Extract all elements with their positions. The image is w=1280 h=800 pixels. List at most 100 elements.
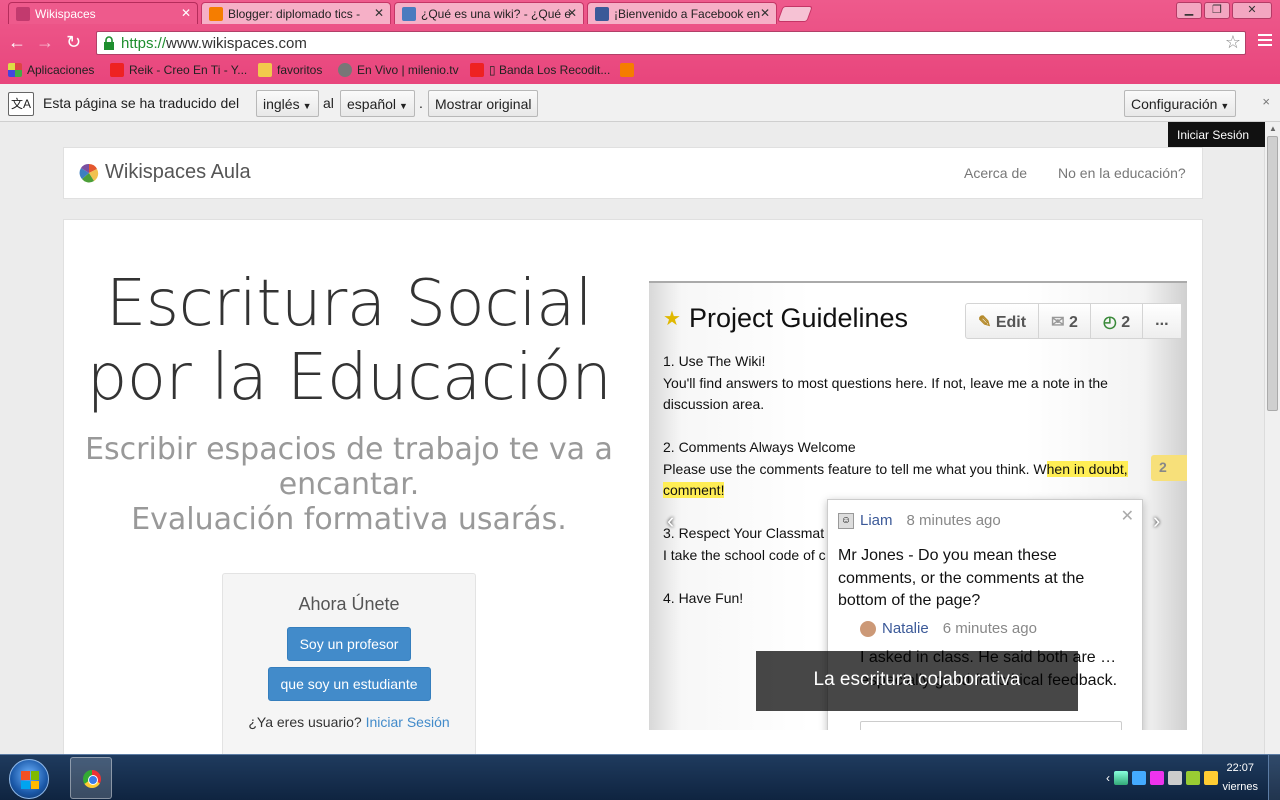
- blogger-icon: [620, 63, 634, 77]
- system-clock[interactable]: 22:07 viernes: [1223, 759, 1258, 797]
- wikispaces-logo-icon: [79, 163, 99, 182]
- show-original-button[interactable]: Mostrar original: [428, 90, 539, 117]
- star-icon: ★: [663, 308, 681, 330]
- navigation-bar: ← → ↻ https://www.wikispaces.com ☆: [0, 28, 1280, 58]
- target-language-select[interactable]: español ▼: [340, 90, 415, 117]
- scroll-up-icon[interactable]: ▲: [1269, 124, 1277, 133]
- close-tab-icon[interactable]: ✕: [760, 6, 770, 20]
- bookmark-blogger[interactable]: [620, 63, 634, 77]
- wikispaces-favicon-icon: [16, 7, 30, 21]
- lock-icon: [104, 36, 114, 50]
- bookmark-favoritos[interactable]: favoritos: [258, 63, 322, 77]
- new-tab-button[interactable]: [777, 6, 813, 22]
- avatar: ☺: [838, 512, 854, 529]
- tab-que-es-wiki[interactable]: ¿Qué es una wiki? - ¿Qué e ✕: [394, 2, 584, 24]
- page-scrollbar[interactable]: ▲: [1264, 122, 1280, 754]
- translate-settings-button[interactable]: Configuración ▼: [1124, 90, 1237, 117]
- browser-chrome: Wikispaces ✕ Blogger: diplomado tics - ✕…: [0, 0, 1280, 84]
- address-bar[interactable]: https://www.wikispaces.com ☆: [96, 31, 1246, 55]
- page-title: Escritura Social por la Educación: [86, 267, 612, 415]
- close-window-icon[interactable]: ✕: [1232, 2, 1272, 19]
- already-user-text: ¿Ya eres usuario? Iniciar Sesión: [248, 714, 450, 730]
- window-controls: ▁ ❐ ✕: [1176, 2, 1272, 19]
- tab-strip: Wikispaces ✕ Blogger: diplomado tics - ✕…: [0, 0, 1280, 26]
- app-tray-icon[interactable]: [1186, 771, 1200, 785]
- chevron-down-icon: ▼: [399, 101, 408, 111]
- apps-grid-icon: [8, 63, 22, 77]
- url-text: https://www.wikispaces.com: [121, 35, 307, 52]
- scrollbar-thumb[interactable]: [1267, 136, 1278, 411]
- back-arrow-icon[interactable]: ←: [8, 32, 26, 53]
- bookmark-milenio[interactable]: En Vivo | milenio.tv: [338, 63, 459, 77]
- site-header: Wikispaces Aula Acerca de No en la educa…: [63, 147, 1203, 199]
- carousel-next-icon[interactable]: ›: [1153, 508, 1160, 534]
- youtube-icon: [110, 63, 124, 77]
- tab-blogger[interactable]: Blogger: diplomado tics - ✕: [201, 2, 391, 24]
- feature-carousel: ★ Project Guidelines ✎ Edit ✉ 2 ◴ 2 ... …: [649, 281, 1187, 730]
- carousel-page-title: ★ Project Guidelines: [663, 303, 909, 333]
- start-button[interactable]: [9, 759, 49, 799]
- login-tooltip: Iniciar Sesión: [1168, 122, 1265, 147]
- dropbox-icon[interactable]: [1132, 771, 1146, 785]
- source-language-select[interactable]: inglés ▼: [256, 90, 319, 117]
- comment-text: Mr Jones - Do you mean these comments, o…: [838, 547, 1085, 609]
- forward-arrow-icon[interactable]: →: [36, 32, 54, 53]
- comment-header: ☺ Liam 8 minutes ago: [838, 512, 1001, 529]
- nav-about-link[interactable]: Acerca de: [964, 165, 1027, 181]
- phone-icon[interactable]: [1150, 771, 1164, 785]
- tab-facebook[interactable]: ¡Bienvenido a Facebook en ✕: [587, 2, 777, 24]
- device-icon[interactable]: [1168, 771, 1182, 785]
- blogger-favicon-icon: [209, 7, 223, 21]
- taskbar-chrome-button[interactable]: [70, 757, 112, 799]
- menu-icon[interactable]: [1258, 34, 1272, 49]
- restore-icon[interactable]: ❐: [1204, 2, 1230, 19]
- bookmarks-bar: Aplicaciones Reik - Creo En Ti - Y... fa…: [0, 60, 1280, 82]
- system-tray: ‹: [1106, 761, 1218, 795]
- edit-button: ✎ Edit: [966, 304, 1040, 338]
- tab-wikispaces[interactable]: Wikispaces ✕: [8, 2, 198, 24]
- hero-section: Escritura Social por la Educación Escrib…: [63, 219, 1203, 754]
- bookmark-apps[interactable]: Aplicaciones: [8, 63, 94, 77]
- show-desktop-button[interactable]: [1268, 755, 1280, 800]
- translate-message: Esta página se ha traducido del: [43, 95, 240, 111]
- close-icon[interactable]: ×: [1262, 94, 1270, 109]
- notification-icon[interactable]: [1204, 771, 1218, 785]
- history-icon: ◴: [1102, 314, 1117, 331]
- close-tab-icon[interactable]: ✕: [181, 6, 191, 20]
- minimize-icon[interactable]: ▁: [1176, 2, 1202, 19]
- milenio-icon: [338, 63, 352, 77]
- site-logo[interactable]: Wikispaces Aula: [79, 161, 251, 184]
- comments-count: ✉ 2: [1039, 304, 1091, 338]
- tray-expand-icon[interactable]: ‹: [1106, 771, 1110, 785]
- chrome-icon: [83, 770, 101, 788]
- windows-logo-icon: [21, 771, 39, 789]
- youtube-icon: [470, 63, 484, 77]
- join-title: Ahora Únete: [298, 594, 400, 614]
- teacher-signup-button[interactable]: Soy un profesor: [286, 627, 412, 661]
- comment-count-badge: 2: [1151, 455, 1187, 481]
- avatar: [860, 620, 876, 637]
- bookmark-star-icon[interactable]: ☆: [1225, 32, 1241, 53]
- windows-taskbar: ‹ 22:07 viernes: [0, 754, 1280, 800]
- comment-icon: ✉: [1051, 314, 1065, 331]
- carousel-prev-icon[interactable]: ‹: [667, 508, 674, 534]
- facebook-favicon-icon: [595, 7, 609, 21]
- carousel-toolbar: ✎ Edit ✉ 2 ◴ 2 ...: [965, 303, 1183, 339]
- join-panel: Ahora Únete Soy un profesor que soy un e…: [222, 573, 476, 754]
- bookmark-reik[interactable]: Reik - Creo En Ti - Y...: [110, 63, 247, 77]
- login-link[interactable]: Iniciar Sesión: [366, 714, 450, 730]
- chevron-down-icon: ▼: [1220, 101, 1230, 111]
- more-button: ...: [1143, 304, 1182, 338]
- close-tab-icon[interactable]: ✕: [374, 6, 384, 20]
- page-favicon-icon: [402, 7, 416, 21]
- close-tab-icon[interactable]: ✕: [567, 6, 577, 20]
- nav-not-education-link[interactable]: No en la educación?: [1058, 165, 1186, 181]
- reply-input: [860, 721, 1122, 730]
- chevron-down-icon: ▼: [302, 101, 312, 111]
- reload-icon[interactable]: ↻: [66, 32, 81, 53]
- bookmark-banda[interactable]: ▯ Banda Los Recodit...: [470, 63, 610, 77]
- folder-icon: [258, 63, 272, 77]
- network-icon[interactable]: [1114, 771, 1128, 785]
- carousel-caption: La escritura colaborativa: [756, 651, 1078, 711]
- student-signup-button[interactable]: que soy un estudiante: [267, 667, 431, 701]
